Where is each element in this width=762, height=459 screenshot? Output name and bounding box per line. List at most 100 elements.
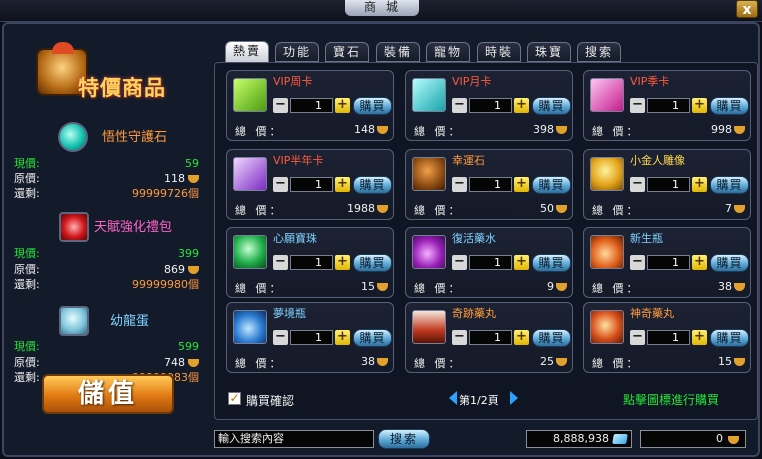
increase-quantity-button[interactable]: + [514,255,529,270]
total-price-label: 總 價： [592,282,641,295]
vip-halfyear-card-icon[interactable] [233,157,267,191]
decrease-quantity-button[interactable]: − [273,255,288,270]
buy-button[interactable]: 購買 [532,254,571,272]
quantity-input[interactable]: 1 [647,330,690,345]
buy-button[interactable]: 購買 [353,176,392,194]
quantity-input[interactable]: 1 [647,177,690,192]
next-page-arrow-icon[interactable] [510,391,518,405]
quantity-input[interactable]: 1 [290,98,333,113]
total-price-label: 總 價： [235,204,284,217]
tab-equipment[interactable]: 裝備 [376,42,420,62]
decrease-quantity-button[interactable]: − [273,330,288,345]
recharge-button[interactable]: 儲值 [42,374,174,414]
cyan-gem-icon[interactable] [58,122,88,152]
search-input[interactable]: 輸入搜索內容 [214,430,374,448]
wish-orb-icon[interactable] [233,235,267,269]
quantity-input[interactable]: 1 [469,177,512,192]
increase-quantity-button[interactable]: + [692,98,707,113]
tab-fashion[interactable]: 時裝 [477,42,521,62]
diamond-icon [612,434,628,444]
tab-hot[interactable]: 熱賣 [225,41,269,63]
decrease-quantity-button[interactable]: − [452,330,467,345]
revive-potion-icon[interactable] [412,235,446,269]
increase-quantity-button[interactable]: + [335,330,350,345]
prev-page-arrow-icon[interactable] [449,391,457,405]
decrease-quantity-button[interactable]: − [630,98,645,113]
decrease-quantity-button[interactable]: − [452,255,467,270]
increase-quantity-button[interactable]: + [514,330,529,345]
purchase-confirm-checkbox[interactable]: ✓ [228,392,241,405]
quantity-input[interactable]: 1 [469,255,512,270]
buy-button[interactable]: 購買 [353,329,392,347]
decrease-quantity-button[interactable]: − [630,177,645,192]
quantity-input[interactable]: 1 [469,330,512,345]
vip-week-card-icon[interactable] [233,78,267,112]
tab-pets[interactable]: 寵物 [426,42,470,62]
buy-button[interactable]: 購買 [710,329,749,347]
increase-quantity-button[interactable]: + [514,177,529,192]
product-name: 新生瓶 [630,232,663,245]
coin-icon [556,126,567,134]
total-price: 15 [361,280,375,293]
tab-gems[interactable]: 寶石 [325,42,369,62]
quantity-input[interactable]: 1 [290,330,333,345]
decrease-quantity-button[interactable]: − [273,177,288,192]
increase-quantity-button[interactable]: + [335,255,350,270]
original-price-label: 原價: [14,356,40,369]
coin-icon [734,205,745,213]
remaining-label: 還剩: [14,278,40,291]
total-price: 1988 [347,202,375,215]
buy-button[interactable]: 購買 [710,97,749,115]
dream-bottle-icon[interactable] [233,310,267,344]
tab-function[interactable]: 功能 [275,42,319,62]
buy-button[interactable]: 購買 [532,176,571,194]
coin-icon [188,175,199,183]
buy-button[interactable]: 購買 [532,329,571,347]
increase-quantity-button[interactable]: + [335,98,350,113]
increase-quantity-button[interactable]: + [692,255,707,270]
increase-quantity-button[interactable]: + [692,177,707,192]
buy-button[interactable]: 購買 [353,254,392,272]
vip-month-card-icon[interactable] [412,78,446,112]
close-button[interactable]: x [736,0,758,18]
decrease-quantity-button[interactable]: − [273,98,288,113]
product-card: VIP周卡 − 1 + 購買 總 價： 148 [226,70,394,141]
rebirth-bottle-icon[interactable] [590,235,624,269]
coin-icon [188,266,199,274]
lucky-stone-icon[interactable] [412,157,446,191]
buy-button[interactable]: 購買 [532,97,571,115]
vip-season-card-icon[interactable] [590,78,624,112]
buy-button[interactable]: 購買 [710,176,749,194]
title-bar: 商城 x [0,0,762,22]
tab-search[interactable]: 搜索 [577,42,621,62]
quantity-input[interactable]: 1 [647,98,690,113]
total-price: 398 [533,123,554,136]
quantity-input[interactable]: 1 [290,255,333,270]
current-price-label: 現價: [14,157,40,170]
quantity-input[interactable]: 1 [290,177,333,192]
product-name: VIP半年卡 [273,154,324,167]
coin-icon [734,283,745,291]
increase-quantity-button[interactable]: + [692,330,707,345]
red-gift-icon[interactable] [59,212,89,242]
dragon-egg-icon[interactable] [59,306,89,336]
tab-jewelry[interactable]: 珠寶 [527,42,571,62]
decrease-quantity-button[interactable]: − [452,177,467,192]
quantity-input[interactable]: 1 [469,98,512,113]
miracle-pill-icon[interactable] [412,310,446,344]
buy-button[interactable]: 購買 [710,254,749,272]
product-card: 小金人雕像 − 1 + 購買 總 價： 7 [583,149,751,220]
buy-button[interactable]: 購買 [353,97,392,115]
remaining-label: 還剩: [14,371,40,384]
increase-quantity-button[interactable]: + [514,98,529,113]
gold-statue-icon[interactable] [590,157,624,191]
product-name: 神奇藥丸 [630,307,674,320]
product-card: VIP季卡 − 1 + 購買 總 價： 998 [583,70,751,141]
decrease-quantity-button[interactable]: − [452,98,467,113]
decrease-quantity-button[interactable]: − [630,330,645,345]
magic-pill-icon[interactable] [590,310,624,344]
increase-quantity-button[interactable]: + [335,177,350,192]
decrease-quantity-button[interactable]: − [630,255,645,270]
quantity-input[interactable]: 1 [647,255,690,270]
search-button[interactable]: 搜索 [378,429,430,449]
